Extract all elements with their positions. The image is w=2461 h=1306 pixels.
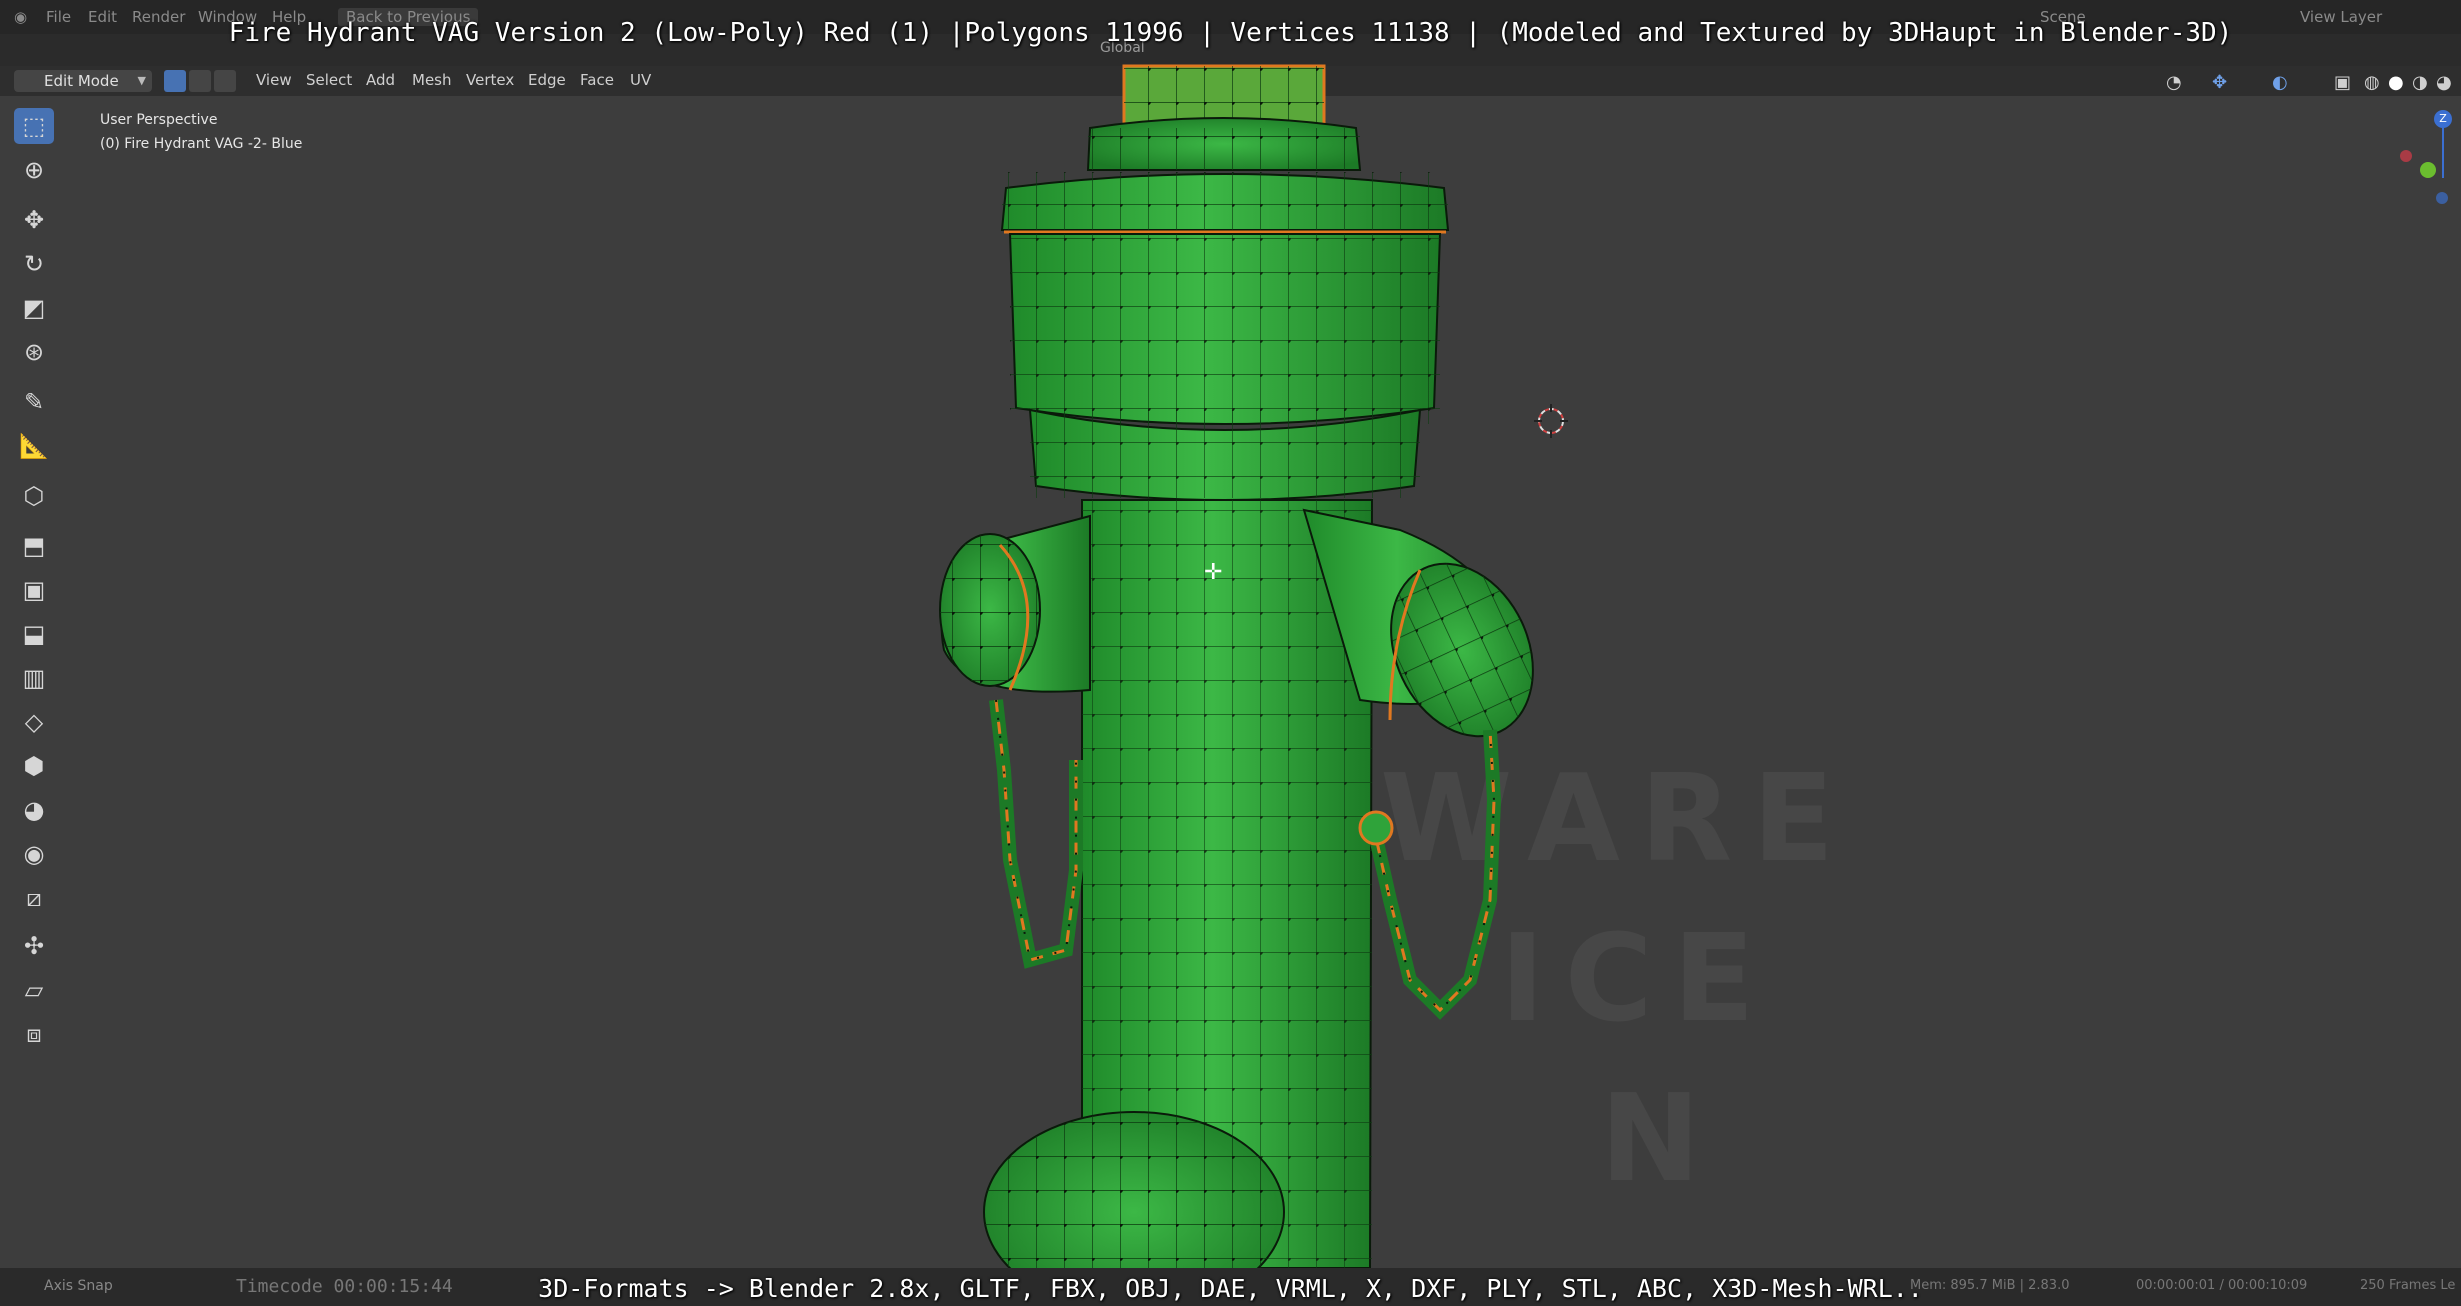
hydrant-mesh[interactable]: [0, 0, 2461, 1306]
crosshair-icon: ✛: [1204, 560, 1223, 585]
video-title-overlay: Fire Hydrant VAG Version 2 (Low-Poly) Re…: [228, 18, 2233, 48]
video-formats-overlay: 3D-Formats -> Blender 2.8x, GLTF, FBX, O…: [538, 1274, 1923, 1303]
